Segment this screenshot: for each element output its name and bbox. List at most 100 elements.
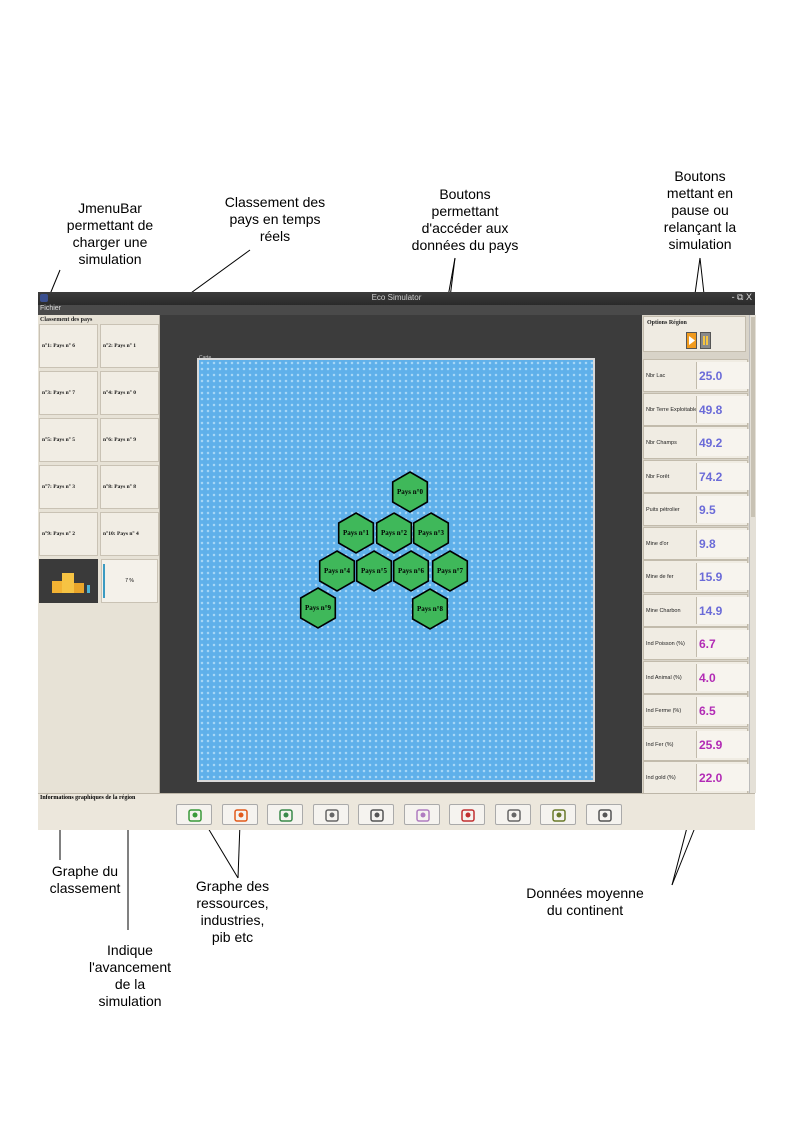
country-label: Pays n°3	[418, 529, 444, 537]
region-stat-label: Ind Ferme (%)	[646, 708, 682, 714]
region-stat-value: 25.9	[699, 737, 723, 752]
region-stat-value-box: 25.0	[696, 362, 749, 389]
ranking-cell: n°1: Pays n° 6	[39, 324, 98, 368]
graph-button-fish[interactable]	[585, 804, 622, 825]
region-stat-value: 74.2	[699, 469, 723, 484]
graphs-bar: Informations graphiques de la région	[38, 793, 755, 830]
country-hex-button[interactable]: Pays n°6	[392, 550, 430, 592]
menu-fichier[interactable]: Fichier	[40, 305, 61, 312]
region-stat-value: 15.9	[699, 570, 723, 584]
region-stat-value: 22.0	[699, 771, 723, 785]
options-scrollbar[interactable]	[749, 315, 756, 793]
progress-label: 7 %	[125, 578, 134, 584]
region-stat-label: Nbr Lac	[646, 373, 666, 379]
country-hex-button[interactable]: Pays n°5	[355, 550, 393, 592]
graph-button-book[interactable]	[449, 804, 485, 825]
region-stat-label: Mine d'or	[646, 540, 669, 547]
region-stat-label: Puits pétrolier	[646, 507, 680, 513]
country-hex-button[interactable]: Pays n°8	[411, 588, 449, 630]
country-hex-button[interactable]: Pays n°9	[299, 587, 337, 629]
graph-button-elder[interactable]	[403, 804, 440, 825]
region-stat-value-box: 74.2	[696, 462, 749, 490]
factory-icon	[233, 809, 248, 822]
ranking-title: Classement des pays	[40, 317, 93, 323]
tree-icon	[188, 809, 202, 822]
region-stat-label: Nbr Champs	[646, 440, 677, 446]
country-label: Pays n°0	[397, 488, 423, 496]
region-stat-value: 14.9	[699, 603, 723, 618]
people-icon	[370, 809, 384, 822]
region-stat-value: 49.8	[699, 402, 723, 417]
region-stat-label: Nbr Terre Exploitable	[646, 406, 698, 413]
region-stat-value-box: 9.8	[696, 529, 749, 557]
region-stat-label: Nbr Forêt	[646, 473, 670, 480]
annotation-country-buttons: Boutons permettant d'accéder aux données…	[411, 186, 519, 253]
region-stat-row: Mine Charbon 14.9	[643, 593, 749, 627]
ranking-cell: n°3: Pays n° 7	[39, 371, 98, 415]
region-stat-row: Ind Fer (%) 25.9	[643, 727, 749, 761]
graph-button-tree[interactable]	[176, 804, 212, 825]
country-hex-button[interactable]: Pays n°4	[318, 550, 356, 592]
ranking-cell: n°2: Pays n° 1	[100, 324, 159, 368]
window-controls[interactable]: - ⧉ X	[732, 292, 752, 303]
ranking-cell: n°8: Pays n° 8	[100, 465, 159, 509]
region-stat-row: Mine de fer 15.9	[643, 560, 749, 593]
graph-button-people[interactable]	[358, 804, 394, 825]
region-stat-label: Mine de fer	[646, 574, 674, 580]
country-hex-button[interactable]: Pays n°2	[375, 512, 413, 554]
region-stat-label: Mine Charbon	[646, 607, 681, 614]
country-label: Pays n°8	[417, 605, 443, 613]
ranking-panel: Classement des pays n°1: Pays n° 6 n°2: P…	[38, 315, 160, 793]
country-hex-button[interactable]: Pays n°0	[391, 471, 429, 513]
region-stat-label: Ind Fer (%)	[646, 741, 674, 748]
annotation-averages: Données moyenne du continent	[526, 885, 644, 918]
annotation-resources-graph: Graphe des ressources, industries, pib e…	[195, 878, 270, 945]
fish-icon	[597, 809, 612, 822]
pause-icon	[703, 336, 708, 345]
ranking-cell: n°10: Pays n° 4	[100, 512, 159, 556]
country-label: Pays n°7	[437, 567, 463, 575]
graph-button-helicopter[interactable]	[540, 804, 576, 825]
graph-button-money[interactable]	[267, 804, 303, 825]
options-header: Options Région	[643, 316, 746, 352]
region-stat-value: 9.8	[699, 536, 716, 551]
region-stat-row: Ind Animal (%) 4.0	[643, 660, 749, 694]
pause-button[interactable]	[700, 332, 711, 349]
country-hex-button[interactable]: Pays n°1	[337, 512, 375, 554]
region-stat-value: 9.5	[699, 503, 716, 517]
country-hex-button[interactable]: Pays n°3	[412, 512, 450, 554]
country-hex-map: Pays n°0 Pays n°1 Pays n°2 Pays n°3 Pays n°4…	[299, 471, 469, 630]
region-stat-value: 49.2	[699, 436, 723, 450]
progress-indicator: 7 %	[101, 559, 158, 603]
ranking-graph-button[interactable]	[39, 559, 98, 603]
country-label: Pays n°6	[398, 567, 424, 575]
face-icon	[324, 809, 339, 822]
ranking-cell: n°5: Pays n° 5	[39, 418, 98, 462]
country-label: Pays n°2	[381, 529, 407, 537]
progress-bar	[103, 564, 105, 598]
graph-button-face[interactable]	[312, 804, 349, 825]
country-label: Pays n°9	[305, 604, 331, 612]
region-stat-value-box: 25.9	[696, 730, 749, 758]
region-stat-value-box: 4.0	[696, 663, 749, 691]
menu-bar: Fichier	[38, 305, 755, 315]
scrollbar-thumb[interactable]	[751, 317, 755, 517]
region-stat-value-box: 6.5	[696, 697, 749, 724]
map-area: Carte Pays n°0Pays n°1Pays n°2Pays n°3Pa…	[160, 315, 642, 793]
annotation-pause-buttons: Boutons mettant en pause ou relançant la…	[663, 168, 737, 252]
ranking-cell: n°4: Pays n° 0	[100, 371, 159, 415]
region-stat-row: Nbr Terre Exploitable 49.8	[643, 392, 749, 426]
country-hex-button[interactable]: Pays n°7	[431, 550, 469, 592]
region-stat-row: Nbr Lac 25.0	[643, 359, 749, 392]
region-stat-value-box: 49.2	[696, 429, 749, 456]
graph-button-worker[interactable]	[494, 804, 531, 825]
annotation-menubar: JmenuBar permettant de charger une simul…	[66, 200, 154, 267]
play-button[interactable]	[686, 332, 697, 349]
annotation-ranking-graph: Graphe du classement	[49, 863, 121, 896]
annotation-progress: Indique l'avancement de la simulation	[88, 942, 172, 1009]
region-options-panel: Options Région Nbr Lac 25.0 Nbr Terre Expl…	[642, 315, 756, 794]
book-icon	[461, 809, 475, 822]
graph-button-factory[interactable]	[221, 804, 258, 825]
region-stat-value-box: 49.8	[696, 395, 749, 423]
region-stat-row: Puits pétrolier 9.5	[643, 493, 749, 526]
